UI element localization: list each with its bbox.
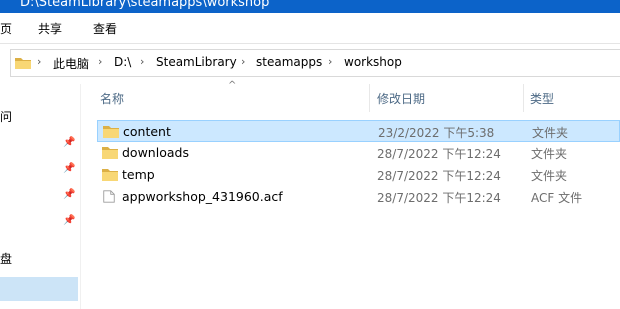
file-modified: 23/2/2022 下午5:38 <box>378 126 495 140</box>
tab-home[interactable]: 页 <box>0 20 12 37</box>
nav-item-drive[interactable]: 盘 <box>0 250 12 267</box>
pin-icon[interactable]: 📌 <box>63 216 75 226</box>
folder-icon <box>15 58 31 69</box>
file-name: temp <box>122 167 155 182</box>
column-header-type[interactable]: 类型 <box>530 90 554 107</box>
file-name: content <box>123 124 171 139</box>
file-type: 文件夹 <box>531 147 568 161</box>
pin-icon[interactable]: 📌 <box>63 164 75 174</box>
pin-icon[interactable]: 📌 <box>63 190 75 200</box>
document-icon <box>103 190 115 203</box>
pane-divider[interactable] <box>80 84 81 309</box>
ribbon-tabs: 页 共享 查看 <box>0 13 620 44</box>
tab-share[interactable]: 共享 <box>38 20 62 37</box>
file-name: appworkshop_431960.acf <box>122 189 283 204</box>
title-bar: D:\SteamLibrary\steamapps\workshop <box>0 0 620 13</box>
file-modified: 28/7/2022 下午12:24 <box>377 147 501 161</box>
folder-icon <box>102 147 118 159</box>
address-row: › 此电脑 › D:\ › SteamLibrary › steamapps ›… <box>0 44 620 84</box>
file-type: ACF 文件 <box>531 191 583 205</box>
breadcrumb-drive-d[interactable]: D:\ <box>114 55 131 69</box>
breadcrumb-steamapps[interactable]: steamapps <box>256 55 322 69</box>
column-divider[interactable] <box>369 84 370 112</box>
sort-up-icon: ^ <box>228 80 237 91</box>
file-type: 文件夹 <box>531 169 568 183</box>
nav-selected-item[interactable] <box>0 277 78 301</box>
file-row-temp[interactable]: temp 28/7/2022 下午12:24 文件夹 <box>97 164 620 186</box>
column-header-modified[interactable]: 修改日期 <box>377 90 425 107</box>
pin-icon[interactable]: 📌 <box>63 138 75 148</box>
navigation-pane: 问 📌 📌 📌 📌 盘 <box>0 84 81 309</box>
file-modified: 28/7/2022 下午12:24 <box>377 191 501 205</box>
file-row-downloads[interactable]: downloads 28/7/2022 下午12:24 文件夹 <box>97 142 620 164</box>
nav-item-quick-access[interactable]: 问 <box>0 108 12 125</box>
chevron-right-icon[interactable]: › <box>241 55 245 68</box>
file-modified: 28/7/2022 下午12:24 <box>377 169 501 183</box>
column-divider[interactable] <box>523 84 524 112</box>
folder-icon <box>102 169 118 181</box>
breadcrumb-steamlibrary[interactable]: SteamLibrary <box>156 55 237 69</box>
chevron-right-icon[interactable]: › <box>37 55 41 68</box>
address-bar[interactable]: › 此电脑 › D:\ › SteamLibrary › steamapps ›… <box>10 49 620 77</box>
column-header-name[interactable]: 名称 <box>100 90 124 107</box>
breadcrumb-this-pc[interactable]: 此电脑 <box>53 55 89 72</box>
chevron-right-icon[interactable]: › <box>140 55 144 68</box>
chevron-right-icon[interactable]: › <box>98 55 102 68</box>
file-name: downloads <box>122 145 189 160</box>
file-row-appworkshop[interactable]: appworkshop_431960.acf 28/7/2022 下午12:24… <box>97 186 620 208</box>
folder-icon <box>103 126 119 138</box>
tab-view[interactable]: 查看 <box>93 20 117 37</box>
window-title: D:\SteamLibrary\steamapps\workshop <box>20 0 270 10</box>
breadcrumb-workshop[interactable]: workshop <box>344 55 402 69</box>
chevron-right-icon[interactable]: › <box>328 55 332 68</box>
file-row-content[interactable]: content 23/2/2022 下午5:38 文件夹 <box>97 120 620 142</box>
file-type: 文件夹 <box>532 126 569 140</box>
